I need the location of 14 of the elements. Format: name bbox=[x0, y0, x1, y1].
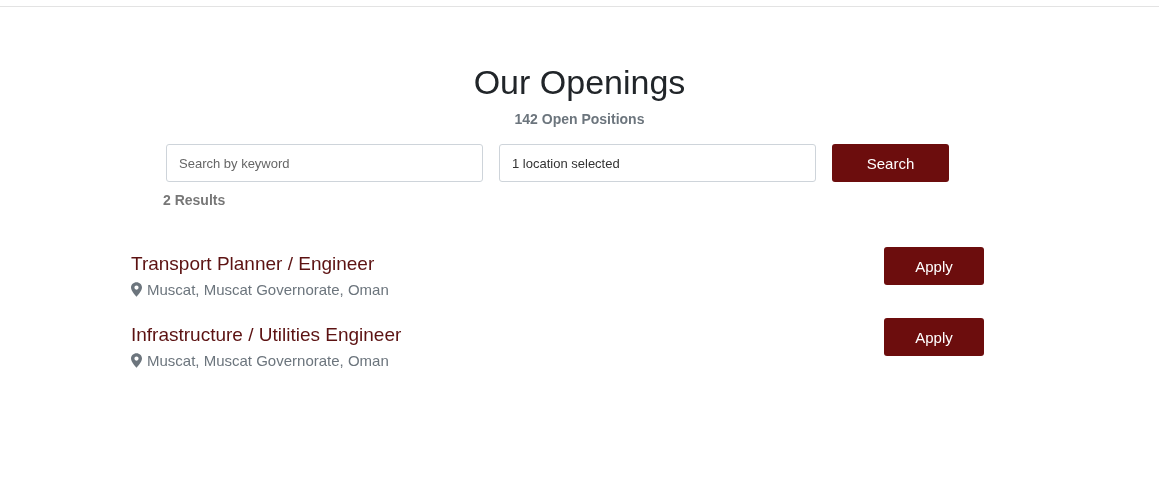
open-positions-count: 142 Open Positions bbox=[513, 111, 646, 127]
location-field[interactable]: 1 location selected bbox=[499, 144, 816, 182]
job-title-link[interactable]: Transport Planner / Engineer bbox=[131, 253, 389, 275]
job-location: Muscat, Muscat Governorate, Oman bbox=[147, 352, 389, 369]
apply-button[interactable]: Apply bbox=[884, 318, 984, 356]
apply-button[interactable]: Apply bbox=[884, 247, 984, 285]
location-pin-icon bbox=[131, 353, 142, 368]
location-pin-icon bbox=[131, 282, 142, 297]
search-button[interactable]: Search bbox=[832, 144, 949, 182]
keyword-search-field[interactable]: Search by keyword bbox=[166, 144, 483, 182]
results-count: 2 Results bbox=[163, 192, 227, 208]
job-location: Muscat, Muscat Governorate, Oman bbox=[147, 281, 389, 298]
job-title-link[interactable]: Infrastructure / Utilities Engineer bbox=[131, 324, 402, 346]
page-title: Our Openings bbox=[472, 62, 687, 103]
